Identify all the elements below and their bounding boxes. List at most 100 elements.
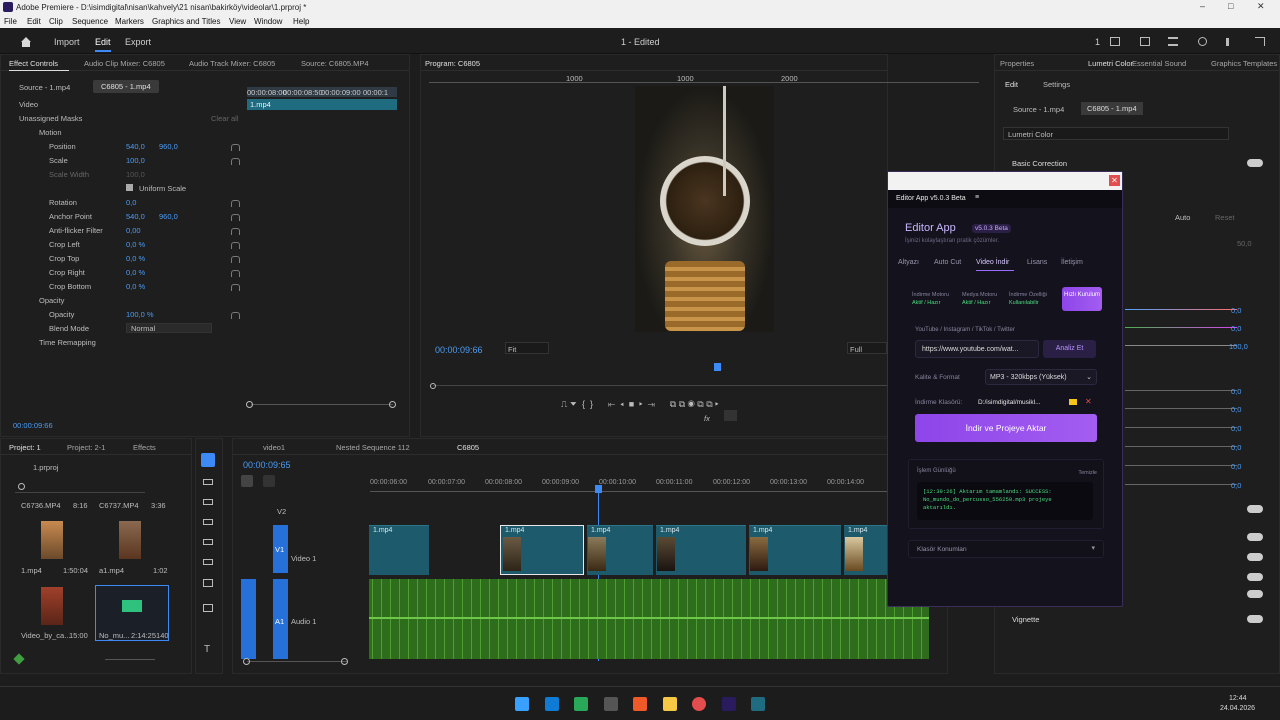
folder-icon[interactable]: [1069, 399, 1077, 405]
section-toggle[interactable]: [1247, 533, 1263, 541]
tab-video-indir[interactable]: Video İndir: [976, 259, 1009, 266]
tab-lumetri[interactable]: Lumetri Color: [1088, 59, 1133, 68]
rotation-value[interactable]: 0,0: [126, 198, 136, 207]
tab-essential-sound[interactable]: Essential Sound: [1132, 59, 1186, 68]
app-icon[interactable]: [545, 697, 559, 711]
tab-nested-sequence[interactable]: Nested Sequence 112: [336, 443, 410, 452]
dialog-close-icon[interactable]: ✕: [1109, 175, 1120, 186]
full-select[interactable]: Full: [847, 342, 887, 354]
vignette-header[interactable]: Vignette: [1012, 615, 1039, 624]
antiflicker-value[interactable]: 0,00: [126, 226, 141, 235]
export-nav[interactable]: Export: [125, 37, 151, 47]
clear-all-button[interactable]: Clear all: [211, 114, 239, 123]
zoom-handle[interactable]: [243, 658, 250, 665]
lumetri-value[interactable]: 0,0: [1231, 443, 1241, 452]
playhead-marker[interactable]: [714, 363, 721, 371]
rectangle-icon[interactable]: [203, 579, 213, 587]
tab-timeline-video1[interactable]: video1: [263, 443, 285, 452]
tab-properties[interactable]: Properties: [1000, 59, 1034, 68]
timeline-zoom-bar[interactable]: [247, 661, 347, 662]
program-tab[interactable]: Program: C6805: [425, 59, 480, 68]
zoom-slider[interactable]: [251, 404, 393, 405]
program-timecode[interactable]: 00:00:09:66: [435, 345, 483, 355]
snap-icon[interactable]: [241, 475, 253, 487]
menu-graphics[interactable]: Graphics and Titles: [152, 17, 220, 26]
app-icon[interactable]: [574, 697, 588, 711]
scrub-handle[interactable]: [430, 383, 436, 389]
crop-top-value[interactable]: 0,0 %: [126, 254, 145, 263]
type-tool-icon[interactable]: T: [204, 644, 210, 655]
reset-icon[interactable]: [231, 200, 240, 207]
slider-track[interactable]: [1125, 465, 1237, 466]
brave-icon[interactable]: [633, 697, 647, 711]
time-remapping[interactable]: Time Remapping: [39, 338, 96, 347]
reset-icon[interactable]: [231, 214, 240, 221]
tab-source[interactable]: Source: C6805.MP4: [301, 59, 369, 68]
ec-current-time[interactable]: 00:00:09:66: [13, 421, 53, 430]
reset-icon[interactable]: [231, 242, 240, 249]
section-toggle[interactable]: [1247, 505, 1263, 513]
razor-icon[interactable]: [203, 519, 213, 525]
edit-nav[interactable]: Edit: [95, 37, 111, 47]
blend-mode-select[interactable]: Normal: [126, 323, 212, 333]
app-icon[interactable]: [751, 697, 765, 711]
menu-markers[interactable]: Markers: [115, 17, 144, 26]
reset-icon[interactable]: [231, 144, 240, 151]
menu-icon[interactable]: [1168, 37, 1178, 46]
track-select-icon[interactable]: [203, 479, 213, 485]
anchor-y-value[interactable]: 960,0: [159, 212, 178, 221]
slip-icon[interactable]: [203, 539, 213, 545]
crop-bottom-value[interactable]: 0,0 %: [126, 282, 145, 291]
zoom-handle[interactable]: [389, 401, 396, 408]
quick-setup-button[interactable]: Hızlı Kurulum: [1062, 287, 1102, 311]
zoom-handle[interactable]: [246, 401, 253, 408]
windows-start-icon[interactable]: [515, 697, 529, 711]
scale-value[interactable]: 100,0: [126, 156, 145, 165]
zoom-handle[interactable]: [341, 658, 348, 665]
section-toggle[interactable]: [1247, 590, 1263, 598]
section-toggle[interactable]: [1247, 553, 1263, 561]
folder-locations-accordion[interactable]: Klasör Konumları ▾: [908, 540, 1104, 558]
lumetri-value[interactable]: 0,0: [1231, 387, 1241, 396]
tab-lisans[interactable]: Lisans: [1027, 259, 1047, 266]
link-icon[interactable]: [263, 475, 275, 487]
tab-altyazi[interactable]: Altyazı: [898, 259, 919, 266]
search-icon[interactable]: [1198, 37, 1207, 46]
lumetri-preset-select[interactable]: Lumetri Color: [1003, 127, 1229, 140]
position-x-value[interactable]: 540,0: [126, 142, 145, 151]
menu-edit[interactable]: Edit: [27, 17, 41, 26]
tab-project-1[interactable]: Project: 1: [9, 443, 41, 452]
maximize-icon[interactable]: □: [1228, 1, 1233, 11]
pencil-icon[interactable]: [13, 653, 25, 665]
menu-file[interactable]: File: [4, 17, 17, 26]
slider-track[interactable]: [1125, 446, 1237, 447]
anchor-x-value[interactable]: 540,0: [126, 212, 145, 221]
reset-icon[interactable]: [231, 284, 240, 291]
menu-window[interactable]: Window: [254, 17, 282, 26]
url-input[interactable]: https://www.youtube.com/wat...: [915, 340, 1039, 358]
app-icon[interactable]: [692, 697, 706, 711]
slider-track[interactable]: [1125, 390, 1237, 391]
slider-track[interactable]: [1125, 327, 1237, 328]
home-icon[interactable]: [20, 36, 32, 47]
project-search-input[interactable]: [15, 481, 145, 493]
fx-icon[interactable]: fx: [704, 414, 710, 423]
menu-help[interactable]: Help: [293, 17, 309, 26]
lumetri-source[interactable]: Source - 1.mp4: [1013, 105, 1064, 114]
position-y-value[interactable]: 960,0: [159, 142, 178, 151]
motion-group[interactable]: Motion: [39, 128, 62, 137]
crop-left-value[interactable]: 0,0 %: [126, 240, 145, 249]
uniform-scale-checkbox[interactable]: [126, 184, 133, 191]
basic-correction-toggle[interactable]: [1247, 159, 1263, 167]
lumetri-edit-tab[interactable]: Edit: [1005, 80, 1018, 89]
lumetri-value-50[interactable]: 50,0: [1237, 239, 1252, 248]
slider-track[interactable]: [1125, 408, 1237, 409]
ripple-icon[interactable]: [203, 499, 213, 505]
menu-view[interactable]: View: [229, 17, 246, 26]
video-clip[interactable]: 1.mp4: [369, 525, 429, 575]
lumetri-sequence[interactable]: C6805 - 1.mp4: [1081, 102, 1143, 115]
basic-correction-header[interactable]: Basic Correction: [1012, 159, 1067, 168]
opacity-group[interactable]: Opacity: [39, 296, 64, 305]
reset-icon[interactable]: [231, 256, 240, 263]
project-thumbnail[interactable]: [41, 587, 63, 625]
